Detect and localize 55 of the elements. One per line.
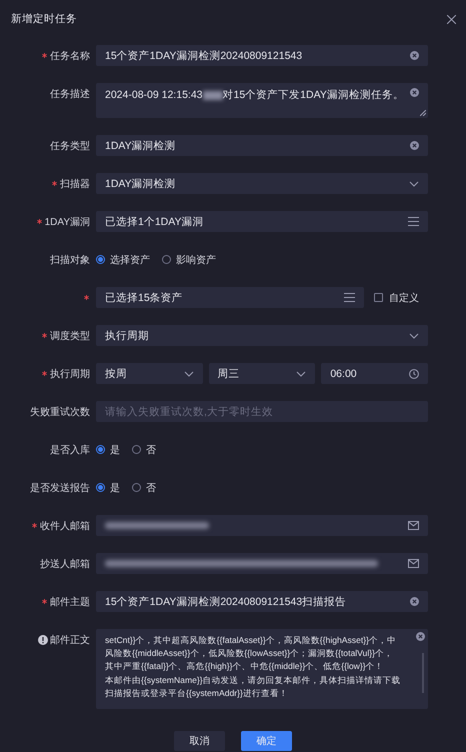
clear-icon[interactable] [410,88,419,97]
field-label: 任务类型 [50,140,90,152]
email-field[interactable] [96,553,428,574]
radio-option[interactable]: 影响资产 [162,252,216,266]
chevron-down-icon[interactable] [184,370,194,376]
picker-field[interactable]: 已选择15条资产 [96,287,364,308]
field-label: 是否发送报告 [30,482,90,494]
time-field[interactable]: 06:00 [321,363,428,384]
email-field[interactable] [96,515,428,536]
field-label: 执行周期 [50,368,90,380]
field-label: 扫描器 [60,178,90,190]
field-label: 任务名称 [50,50,90,62]
input-field[interactable]: 15个资产1DAY漏洞检测20240809121543 [96,45,428,66]
field-label: 1DAY漏洞 [44,216,90,228]
cancel-button[interactable]: 取消 [174,731,225,751]
field-label: 调度类型 [50,330,90,342]
input-field[interactable]: 1DAY漏洞检测 [96,135,428,156]
field-label: 任务描述 [50,88,90,100]
radio-option[interactable]: 选择资产 [96,252,150,266]
radio-option[interactable]: 是 [96,442,120,456]
clear-icon[interactable] [416,632,425,641]
radio-option[interactable]: 否 [132,442,156,456]
field-label: 邮件正文 [50,634,90,646]
custom-checkbox[interactable]: 自定义 [374,287,419,308]
email-body-field[interactable]: setCnt}}个，其中超高风险数{{fatalAsset}}个，高风险数{{highAsset}}个，中 风险数{{middleAsset}}个，低风险数{{lowAsset}}个；漏洞数{{totalVul}}个， 其中严重{{fatal}}个、高危{{high}}个、中危{{middle}}个、低危{{low}}个！ 本邮件由{{systemName}}自动发送，请勿回复本邮件，具体扫描详情请下载 扫描报告或登录平台{{systemAddr}}进行查看！ [96,629,428,709]
redacted-text [202,90,222,100]
field-label: 抄送人邮箱 [40,558,90,570]
picker-field[interactable]: 已选择1个1DAY漏洞 [96,211,428,232]
chevron-down-icon[interactable] [296,370,306,376]
input-field[interactable]: 15个资产1DAY漏洞检测20240809121543扫描报告 [96,591,428,612]
radio-option[interactable]: 否 [132,480,156,494]
select-field[interactable]: 执行周期 [96,325,428,346]
field-label: 邮件主题 [50,596,90,608]
field-label: 收件人邮箱 [40,520,90,532]
clear-icon[interactable] [410,51,419,60]
field-label: 扫描对象 [50,254,90,266]
description-field[interactable]: 2024-08-09 12:15:43 对15个资产下发1DAY漏洞检测任务。 [96,83,428,118]
clear-icon[interactable] [410,141,419,150]
list-icon[interactable] [408,217,419,226]
list-icon[interactable] [344,293,355,302]
chevron-down-icon[interactable] [409,332,419,338]
mail-icon [408,559,419,568]
select-field[interactable]: 周三 [208,363,316,384]
select-field[interactable]: 1DAY漏洞检测 [96,173,428,194]
clock-icon[interactable] [409,368,420,378]
dialog-title: 新增定时任务 [11,12,77,26]
radio-option[interactable]: 是 [96,480,120,494]
chevron-down-icon[interactable] [409,180,419,186]
clear-icon[interactable] [410,597,419,606]
mail-icon [408,521,419,530]
field-label: 是否入库 [50,444,90,456]
select-field[interactable]: 按周 [96,363,203,384]
close-icon[interactable] [447,14,456,24]
resize-handle-icon[interactable] [420,110,426,116]
field-label: 失败重试次数 [30,406,90,418]
